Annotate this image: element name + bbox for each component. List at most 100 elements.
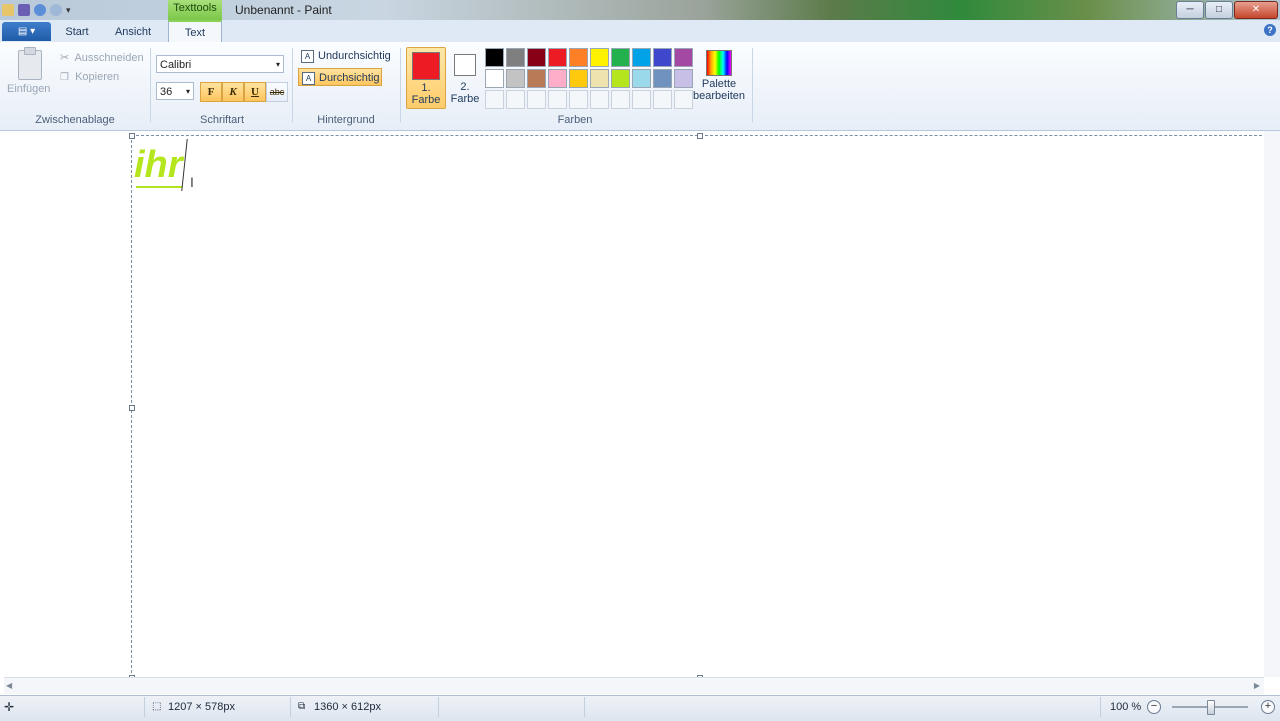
palette-color-swatch[interactable] bbox=[548, 69, 567, 88]
italic-button[interactable]: K bbox=[222, 82, 244, 102]
palette-color-swatch[interactable] bbox=[653, 69, 672, 88]
horizontal-scrollbar[interactable]: ◀ ▶ bbox=[4, 677, 1264, 694]
font-group-label: Schriftart bbox=[199, 114, 244, 126]
customize-qat-icon[interactable]: ▾ bbox=[66, 4, 78, 16]
tab-text[interactable]: Text bbox=[168, 20, 222, 42]
bold-button[interactable]: F bbox=[200, 82, 222, 102]
save-icon[interactable] bbox=[18, 4, 30, 16]
scroll-right-icon[interactable]: ▶ bbox=[1254, 681, 1260, 690]
palette-color-swatch[interactable] bbox=[632, 90, 651, 109]
palette-color-swatch[interactable] bbox=[611, 90, 630, 109]
help-icon[interactable]: ? bbox=[1264, 24, 1276, 36]
strikethrough-button[interactable]: abc bbox=[266, 82, 288, 102]
status-separator bbox=[1100, 697, 1101, 717]
palette-color-swatch[interactable] bbox=[485, 48, 504, 67]
palette-color-swatch[interactable] bbox=[485, 90, 504, 109]
ribbon-separator bbox=[752, 48, 753, 122]
palette-color-swatch[interactable] bbox=[569, 69, 588, 88]
color-wheel-icon bbox=[706, 50, 732, 76]
selection-size-icon: ⬚ bbox=[152, 701, 162, 712]
palette-color-swatch[interactable] bbox=[569, 48, 588, 67]
cursor-position-icon: ✛ bbox=[4, 700, 15, 714]
palette-color-swatch[interactable] bbox=[611, 69, 630, 88]
color1-button[interactable]: 1. Farbe bbox=[406, 47, 446, 109]
ibeam-cursor-icon: I bbox=[190, 174, 194, 190]
canvas-text[interactable]: ihr bbox=[134, 144, 183, 186]
chevron-down-icon: ▾ bbox=[275, 60, 280, 69]
edit-palette-label: Palette bearbeiten bbox=[693, 78, 745, 102]
palette-color-swatch[interactable] bbox=[590, 90, 609, 109]
tab-start[interactable]: Start bbox=[58, 22, 96, 42]
background-group-label: Hintergrund bbox=[317, 114, 375, 126]
edit-palette-button[interactable]: Palette bearbeiten bbox=[692, 48, 746, 110]
palette-color-swatch[interactable] bbox=[674, 69, 693, 88]
palette-color-swatch[interactable] bbox=[674, 90, 693, 109]
palette-color-swatch[interactable] bbox=[527, 69, 546, 88]
cut-button[interactable]: ✂ Ausschneiden bbox=[60, 51, 144, 64]
minimize-button[interactable]: ─ bbox=[1176, 1, 1204, 19]
image-size: 1360 × 612px bbox=[314, 701, 381, 713]
palette-color-swatch[interactable] bbox=[653, 90, 672, 109]
opaque-button[interactable]: A Undurchsichtig bbox=[298, 47, 394, 65]
tab-ansicht[interactable]: Ansicht bbox=[108, 22, 158, 42]
palette-color-swatch[interactable] bbox=[548, 90, 567, 109]
image-size-icon: ⧉ bbox=[298, 701, 306, 712]
window-controls: ─ □ ✕ bbox=[1176, 1, 1278, 19]
zoom-slider-thumb[interactable] bbox=[1207, 700, 1215, 715]
color2-button[interactable]: 2. Farbe bbox=[450, 47, 480, 107]
font-family-select[interactable]: Calibri ▾ bbox=[156, 55, 284, 73]
palette-color-swatch[interactable] bbox=[632, 69, 651, 88]
colors-group-label: Farben bbox=[557, 114, 593, 126]
scroll-left-icon[interactable]: ◀ bbox=[6, 681, 12, 690]
status-separator bbox=[144, 697, 145, 717]
ribbon-separator bbox=[292, 48, 293, 122]
transparent-label: Durchsichtig bbox=[319, 72, 380, 84]
opaque-label: Undurchsichtig bbox=[318, 50, 391, 62]
palette-color-swatch[interactable] bbox=[632, 48, 651, 67]
zoom-out-button[interactable]: − bbox=[1147, 700, 1161, 714]
palette-color-swatch[interactable] bbox=[506, 90, 525, 109]
palette-color-swatch[interactable] bbox=[527, 90, 546, 109]
app-menu-button[interactable]: ▤ ▾ bbox=[2, 22, 51, 41]
color2-label: 2. Farbe bbox=[450, 81, 480, 105]
palette-color-swatch[interactable] bbox=[569, 90, 588, 109]
font-family-value: Calibri bbox=[160, 59, 192, 71]
font-size-select[interactable]: 36 ▾ bbox=[156, 82, 194, 100]
redo-icon[interactable] bbox=[50, 4, 62, 16]
palette-color-swatch[interactable] bbox=[590, 48, 609, 67]
color1-swatch bbox=[412, 52, 440, 80]
ribbon-separator bbox=[150, 48, 151, 122]
underline-button[interactable]: U bbox=[244, 82, 266, 102]
palette-color-swatch[interactable] bbox=[527, 48, 546, 67]
palette-color-swatch[interactable] bbox=[548, 48, 567, 67]
color2-swatch bbox=[454, 54, 476, 76]
palette-color-swatch[interactable] bbox=[653, 48, 672, 67]
font-size-value: 36 bbox=[160, 86, 173, 98]
palette-color-swatch[interactable] bbox=[506, 48, 525, 67]
palette-color-swatch[interactable] bbox=[611, 48, 630, 67]
chevron-down-icon: ▾ bbox=[185, 87, 190, 96]
copy-icon: ❐ bbox=[60, 72, 69, 83]
texttools-context-tab: Texttools bbox=[168, 0, 222, 20]
transparent-button[interactable]: A Durchsichtig bbox=[298, 68, 382, 86]
paste-button[interactable]: Einfügen bbox=[7, 83, 50, 95]
color1-label: 1. Farbe bbox=[411, 82, 441, 106]
close-button[interactable]: ✕ bbox=[1234, 1, 1278, 19]
cut-label: Ausschneiden bbox=[74, 52, 144, 64]
palette-color-swatch[interactable] bbox=[674, 48, 693, 67]
copy-button[interactable]: ❐ Kopieren bbox=[60, 71, 119, 84]
palette-color-swatch[interactable] bbox=[506, 69, 525, 88]
palette-color-swatch[interactable] bbox=[590, 69, 609, 88]
selection-size: 1207 × 578px bbox=[168, 701, 235, 713]
resize-handle[interactable] bbox=[129, 133, 135, 139]
status-separator bbox=[584, 697, 585, 717]
color-palette bbox=[485, 48, 693, 109]
canvas[interactable] bbox=[131, 135, 1262, 678]
palette-color-swatch[interactable] bbox=[485, 69, 504, 88]
undo-icon[interactable] bbox=[34, 4, 46, 16]
vertical-scrollbar[interactable] bbox=[1264, 131, 1280, 677]
maximize-button[interactable]: □ bbox=[1205, 1, 1233, 19]
zoom-in-button[interactable]: + bbox=[1261, 700, 1275, 714]
resize-handle[interactable] bbox=[129, 405, 135, 411]
resize-handle[interactable] bbox=[697, 133, 703, 139]
